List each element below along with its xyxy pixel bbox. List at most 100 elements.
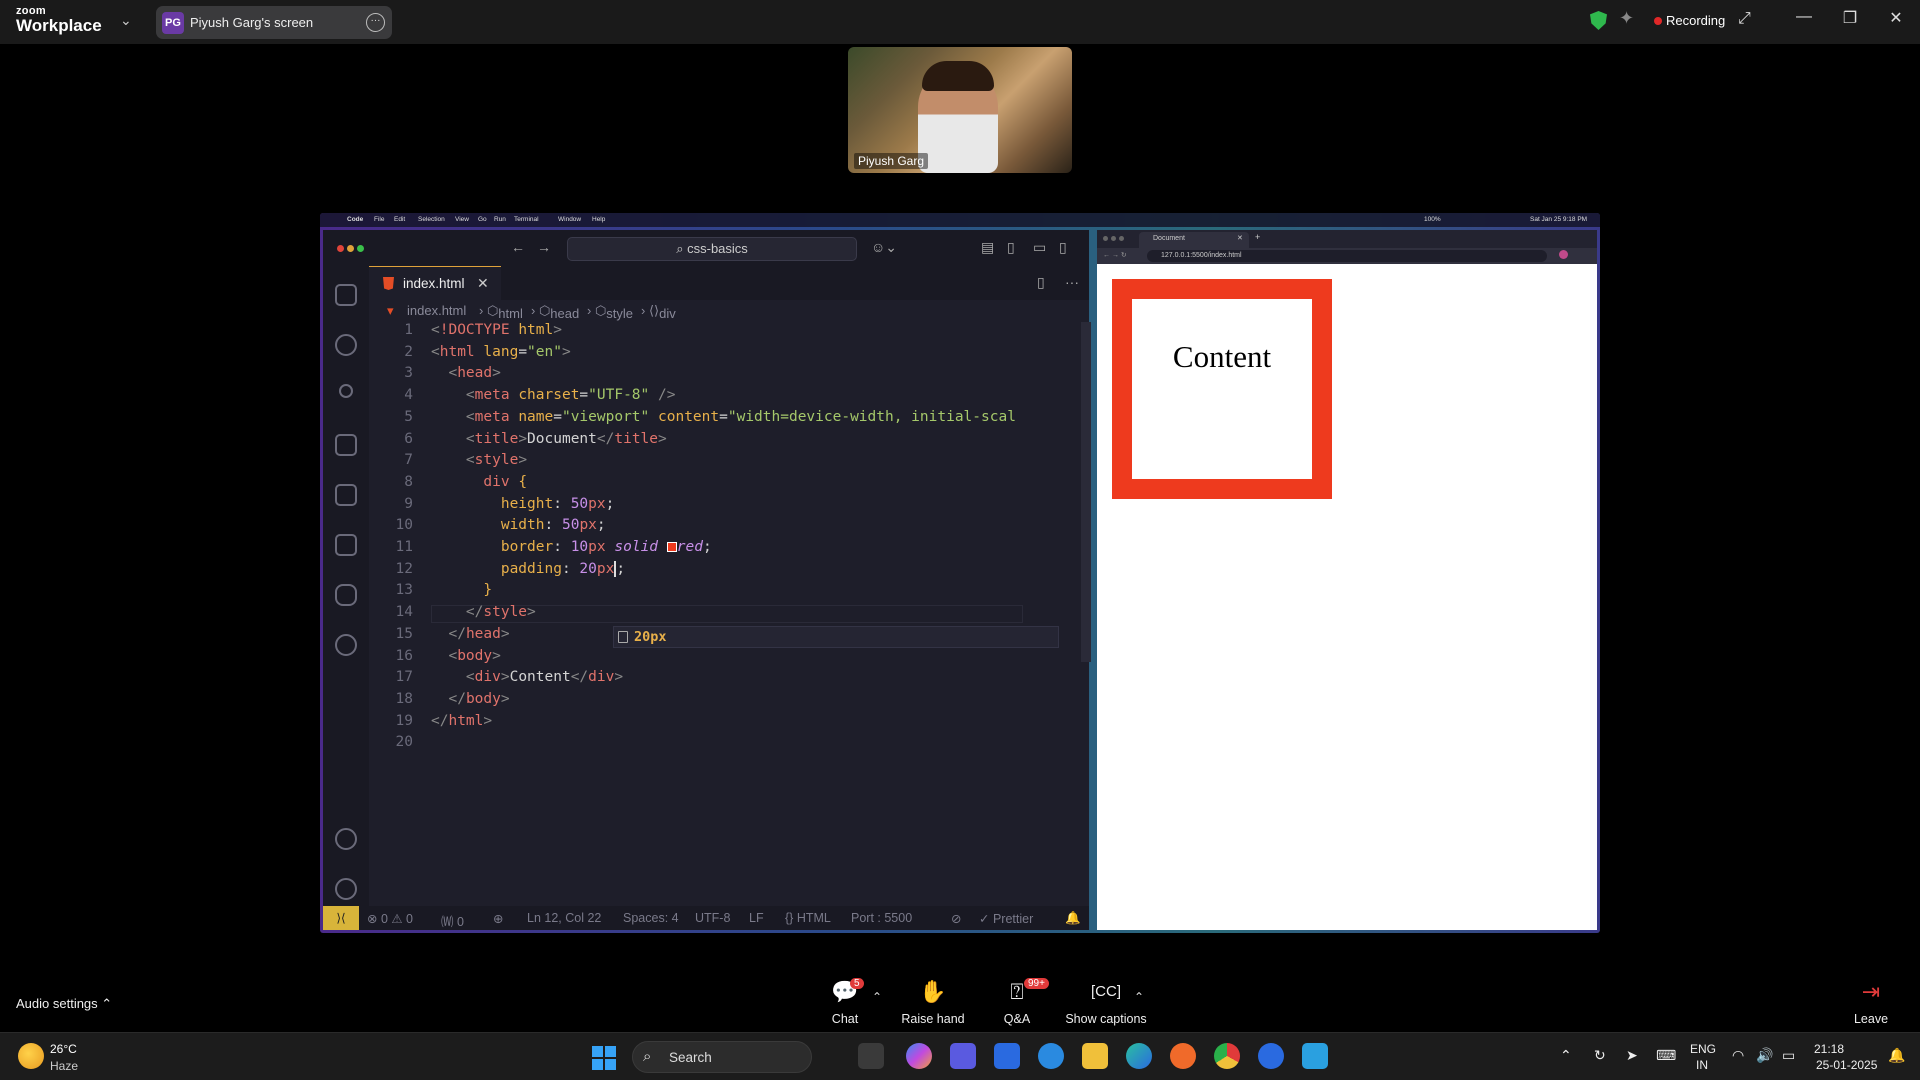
prettier-status[interactable]: ✓ Prettier [979, 911, 1033, 926]
code-editor[interactable]: 1 2 3 4 5 6 7 8 9 10 11 12 13 14 15 16 1… [369, 322, 1091, 882]
explorer-icon[interactable] [335, 284, 357, 306]
remote-explorer-icon[interactable] [335, 484, 357, 506]
zoom-dot[interactable] [357, 245, 364, 252]
shield-icon[interactable] [1590, 11, 1607, 30]
toggle-secondary-sidebar-icon[interactable]: ▯ [1059, 239, 1067, 256]
restore-icon[interactable]: ❐ [1830, 8, 1870, 28]
breadcrumb-item[interactable]: › ⟨⟩ div [641, 303, 676, 321]
split-editor-icon[interactable]: ▯ [1037, 274, 1045, 291]
chevron-up-icon[interactable]: ⌃ [872, 990, 882, 1004]
volume-icon[interactable]: 🔊 [1756, 1047, 1773, 1064]
gear-icon[interactable] [335, 878, 357, 900]
clock-time[interactable]: 21:18 [1814, 1042, 1844, 1056]
run-debug-icon[interactable] [335, 434, 357, 456]
windows-start-icon[interactable] [592, 1046, 616, 1070]
close-icon[interactable]: ✕ [1237, 234, 1243, 242]
problems-count[interactable]: ⊗ 0 ⚠ 0 [367, 911, 413, 926]
screen-share-pill[interactable]: PG Piyush Garg's screen ··· [156, 6, 392, 39]
wifi-icon[interactable]: ◠ [1732, 1047, 1744, 1064]
leave-button[interactable]: ⇥ Leave [1826, 978, 1916, 1026]
battery-icon[interactable]: ▭ [1782, 1047, 1795, 1064]
back-arrow-icon[interactable]: ← → ↻ [1103, 251, 1127, 259]
chevron-up-icon[interactable]: ⌃ [1560, 1047, 1572, 1064]
qa-button[interactable]: ⍰ 99+ Q&A [972, 978, 1062, 1026]
teams-icon[interactable] [950, 1043, 976, 1069]
zoom-icon[interactable]: ⊕ [493, 911, 503, 926]
clock-date[interactable]: 25-01-2025 [1816, 1058, 1877, 1072]
weather-temp[interactable]: 26°C [50, 1042, 77, 1056]
minimap[interactable] [1023, 322, 1081, 882]
minimize-dot[interactable] [347, 245, 354, 252]
notification-bell-icon[interactable]: 🔔 [1888, 1047, 1905, 1064]
sparkle-icon[interactable]: ✦ [1619, 8, 1634, 29]
layout-icon[interactable]: ▤ [981, 239, 994, 256]
notepad-icon[interactable] [1302, 1043, 1328, 1069]
extensions-icon[interactable] [335, 534, 357, 556]
keyboard-icon[interactable]: ⌨ [1656, 1047, 1676, 1064]
toggle-panel-icon[interactable]: ▭ [1033, 239, 1046, 256]
account-icon[interactable] [335, 828, 357, 850]
browser-tab[interactable]: Document ✕ [1139, 232, 1249, 248]
weather-condition[interactable]: Haze [50, 1059, 78, 1073]
minimize-icon[interactable]: — [1784, 8, 1824, 26]
chevron-up-icon[interactable]: ⌃ [1134, 990, 1144, 1004]
audio-settings-button[interactable]: Audio settings ⌃ [16, 996, 112, 1012]
indentation[interactable]: Spaces: 4 [623, 911, 679, 925]
store-icon[interactable] [994, 1043, 1020, 1069]
task-view-icon[interactable] [858, 1043, 884, 1069]
breadcrumb-item[interactable]: › ⬡ html [479, 303, 523, 321]
file-explorer-icon[interactable] [1082, 1043, 1108, 1069]
docker-icon[interactable] [335, 584, 357, 606]
weather-icon[interactable] [18, 1043, 44, 1069]
profile-icon[interactable] [1559, 250, 1568, 259]
close-dot[interactable] [337, 245, 344, 252]
encoding[interactable]: UTF-8 [695, 911, 730, 925]
more-options-icon[interactable]: ··· [366, 13, 385, 32]
ports-count[interactable]: 🄦 0 [441, 911, 464, 930]
edge-icon[interactable] [1126, 1043, 1152, 1069]
language-mode[interactable]: {} HTML [785, 911, 831, 925]
breadcrumb-item[interactable]: index.html [407, 303, 466, 318]
vertical-scrollbar[interactable] [1081, 322, 1091, 662]
send-icon[interactable]: ➤ [1626, 1047, 1638, 1064]
brave-icon[interactable] [1170, 1043, 1196, 1069]
raise-hand-button[interactable]: ✋ Raise hand [888, 978, 978, 1026]
recording-label[interactable]: Recording [1666, 13, 1725, 28]
window-dot[interactable] [1111, 236, 1116, 241]
forward-arrow-icon[interactable]: → [537, 239, 551, 255]
thunder-client-icon[interactable] [335, 634, 357, 656]
more-actions-icon[interactable]: ··· [1065, 274, 1079, 290]
cursor-position[interactable]: Ln 12, Col 22 [527, 911, 601, 925]
window-dot[interactable] [1119, 236, 1124, 241]
remote-icon[interactable]: ⟩⟨ [323, 906, 359, 930]
participant-video[interactable]: Piyush Garg [848, 47, 1072, 173]
autocomplete-popup[interactable]: 20px [613, 626, 1059, 648]
copilot-icon[interactable]: ☺⌄ [871, 239, 897, 256]
sync-icon[interactable]: ↻ [1594, 1047, 1606, 1064]
tab-index-html[interactable]: index.html ✕ [369, 266, 501, 300]
chrome-icon[interactable] [1214, 1043, 1240, 1069]
language-code[interactable]: ENG [1690, 1042, 1716, 1056]
zoom-app-icon[interactable] [1258, 1043, 1284, 1069]
breadcrumb-item[interactable]: › ⬡ style [587, 303, 633, 321]
source-control-icon[interactable] [339, 384, 353, 398]
back-arrow-icon[interactable]: ← [511, 239, 525, 255]
taskbar-search[interactable]: ⌕ Search [632, 1041, 812, 1073]
copilot-icon[interactable] [906, 1043, 932, 1069]
region-code[interactable]: IN [1696, 1058, 1708, 1072]
end-of-line[interactable]: LF [749, 911, 764, 925]
expand-icon[interactable]: ⤢ [1738, 10, 1751, 28]
window-dot[interactable] [1103, 236, 1108, 241]
bell-icon[interactable]: 🔔 [1065, 911, 1081, 926]
toggle-sidebar-icon[interactable]: ▯ [1007, 239, 1015, 256]
address-bar[interactable]: 127.0.0.1:5500/index.html [1147, 250, 1547, 262]
live-server-port[interactable]: Port : 5500 [851, 911, 912, 925]
command-search[interactable]: ⌕ css-basics [567, 237, 857, 261]
close-icon[interactable]: ✕ [1876, 8, 1916, 28]
broadcast-icon[interactable]: ⊘ [951, 911, 961, 926]
close-icon[interactable]: ✕ [477, 275, 489, 292]
help-icon[interactable] [1038, 1043, 1064, 1069]
search-icon[interactable] [335, 334, 357, 356]
breadcrumb-item[interactable]: › ⬡ head [531, 303, 579, 321]
suggestion-item[interactable]: 20px [634, 629, 667, 645]
